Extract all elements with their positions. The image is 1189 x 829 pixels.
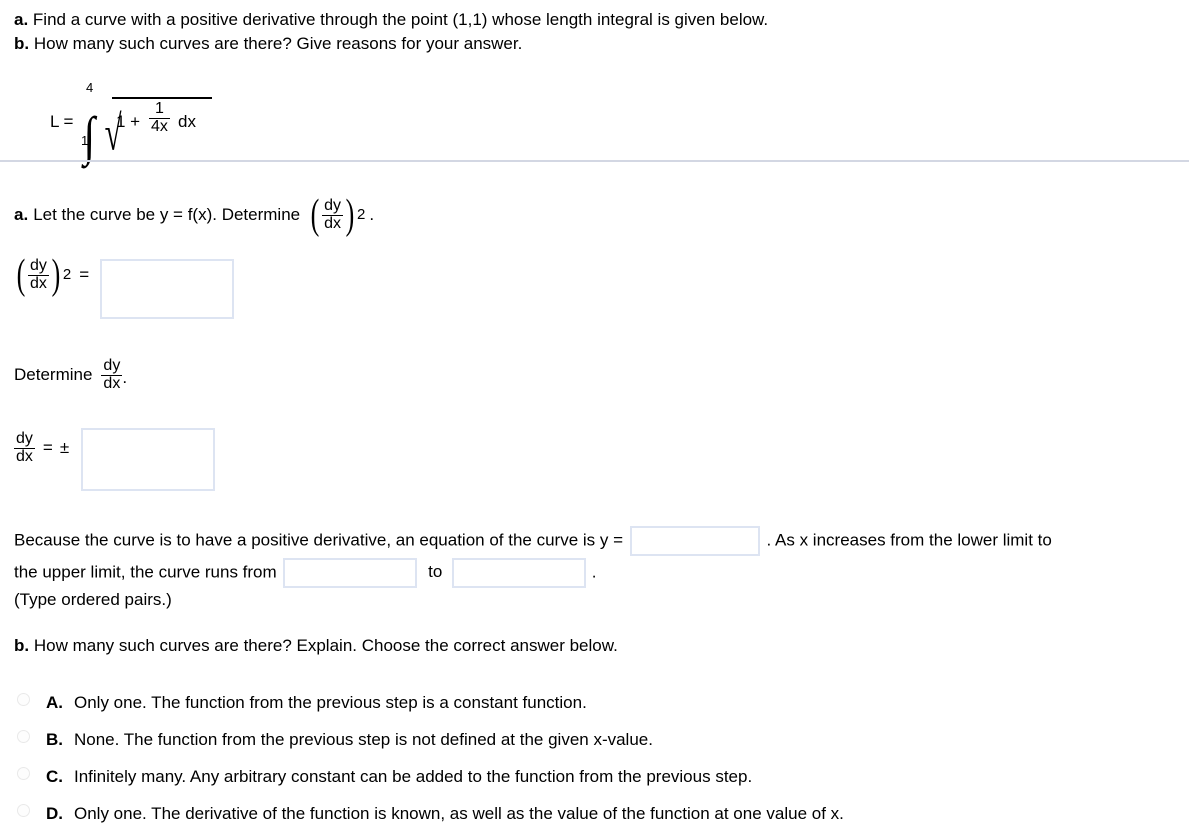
solution-step-a-label: a. <box>14 205 29 225</box>
curve-from-point-input[interactable] <box>283 558 418 588</box>
mc-option-c[interactable]: C. Infinitely many. Any arbitrary consta… <box>17 767 752 787</box>
eq1-right-paren: ) <box>51 252 61 299</box>
integral-lower-limit: 1 <box>81 133 89 148</box>
integral-lhs: L = <box>50 112 74 131</box>
eq2-plus-minus-sign: ± <box>59 438 70 458</box>
determine-label: Determine <box>14 365 93 385</box>
radio-button-b-icon[interactable] <box>17 730 30 743</box>
mc-option-c-text: Infinitely many. Any arbitrary constant … <box>74 767 753 786</box>
problem-part-a-label: a. <box>14 10 29 29</box>
dy-numerator: dy <box>324 197 342 214</box>
solution-step-a-line: a. Let the curve be y = f(x). Determine … <box>14 192 375 239</box>
eq1-equals-sign: = <box>79 265 90 285</box>
curve-sentence-after: . As x increases from the lower limit to <box>766 530 1052 550</box>
length-integral-expression: L = ∫ 4 1 √ 1 + 1 4x dx <box>50 78 330 163</box>
mc-option-a-letter: A. <box>46 693 63 712</box>
integrand-fraction-denominator: 4x <box>149 117 170 135</box>
curve-sentence-before: Because the curve is to have a positive … <box>14 530 624 550</box>
integrand-fraction: 1 4x <box>149 100 170 136</box>
integral-upper-limit: 4 <box>86 80 94 95</box>
determine-denominator: dx <box>101 374 123 392</box>
determine-numerator: dy <box>103 357 121 374</box>
equation-dy-dx: dy dx = ± <box>14 430 69 466</box>
eq1-numerator: dy <box>30 257 47 274</box>
question-b-text: How many such curves are there? Explain.… <box>33 636 618 655</box>
mc-option-b-letter: B. <box>46 730 63 749</box>
radical-overbar <box>112 97 212 99</box>
mc-option-b[interactable]: B. None. The function from the previous … <box>17 730 653 750</box>
curve-to-label: to <box>428 562 443 582</box>
question-b-line: b. How many such curves are there? Expla… <box>14 634 618 658</box>
problem-part-a-text: Find a curve with a positive derivative … <box>32 10 769 29</box>
mc-option-a[interactable]: A. Only one. The function from the previ… <box>17 693 587 713</box>
exponent-two: 2 <box>357 205 366 223</box>
determine-dy-dx-line: Determine dy dx . <box>14 357 128 393</box>
eq2-fraction: dy dx <box>14 430 35 466</box>
curve-equation-sentence-line2: the upper limit, the curve runs from to … <box>14 558 597 588</box>
dy-dx-squared-inline: ( dy dx ) 2 <box>308 192 366 239</box>
eq1-fraction: dy dx <box>28 257 49 293</box>
curve-sentence-line2-period: . <box>591 562 597 582</box>
eq2-numerator: dy <box>16 430 33 447</box>
curve-to-point-input[interactable] <box>452 558 587 588</box>
problem-part-b-label: b. <box>14 34 30 53</box>
curve-equation-sentence-line1: Because the curve is to have a positive … <box>14 526 1052 556</box>
curve-equation-input[interactable] <box>629 526 760 556</box>
mc-option-b-text: None. The function from the previous ste… <box>74 730 653 749</box>
section-divider <box>0 160 1189 162</box>
integrand-one-plus: 1 + <box>116 112 141 131</box>
left-paren: ( <box>310 192 320 239</box>
dy-dx-fraction-inline: dy dx <box>322 197 344 233</box>
determine-period: . <box>122 368 128 388</box>
problem-part-b-line: b. How many such curves are there? Give … <box>14 32 522 56</box>
problem-part-a-line: a. Find a curve with a positive derivati… <box>14 8 768 32</box>
right-paren: ) <box>345 192 355 239</box>
eq2-equals-sign: = <box>42 438 53 458</box>
mc-option-c-letter: C. <box>46 767 63 786</box>
mc-option-a-text: Only one. The function from the previous… <box>74 693 587 712</box>
type-ordered-pairs-hint: (Type ordered pairs.) <box>14 590 172 609</box>
solution-step-a-period: . <box>369 205 375 225</box>
determine-fraction: dy dx <box>101 357 123 393</box>
equation-dy-dx-squared: ( dy dx ) 2 = <box>14 252 90 299</box>
dy-dx-answer-input[interactable] <box>81 428 215 491</box>
integral-differential: dx <box>178 112 196 131</box>
radio-button-a-icon[interactable] <box>17 693 30 706</box>
mc-option-d-text: Only one. The derivative of the function… <box>74 804 844 823</box>
radio-button-c-icon[interactable] <box>17 767 30 780</box>
solution-step-a-text: Let the curve be y = f(x). Determine <box>33 205 301 225</box>
eq1-exponent: 2 <box>62 265 72 283</box>
eq1-denominator: dx <box>28 274 49 292</box>
integrand-fraction-numerator: 1 <box>155 100 164 117</box>
problem-part-b-text: How many such curves are there? Give rea… <box>33 34 523 53</box>
dx-denominator: dx <box>322 214 344 232</box>
mc-option-d[interactable]: D. Only one. The derivative of the funct… <box>17 804 844 824</box>
question-b-label: b. <box>14 636 30 655</box>
eq2-denominator: dx <box>14 447 35 465</box>
curve-runs-from-label: the upper limit, the curve runs from <box>14 562 277 582</box>
eq1-left-paren: ( <box>16 252 26 299</box>
mc-option-d-letter: D. <box>46 804 63 823</box>
dy-dx-squared-answer-input[interactable] <box>100 259 234 319</box>
radio-button-d-icon[interactable] <box>17 804 30 817</box>
